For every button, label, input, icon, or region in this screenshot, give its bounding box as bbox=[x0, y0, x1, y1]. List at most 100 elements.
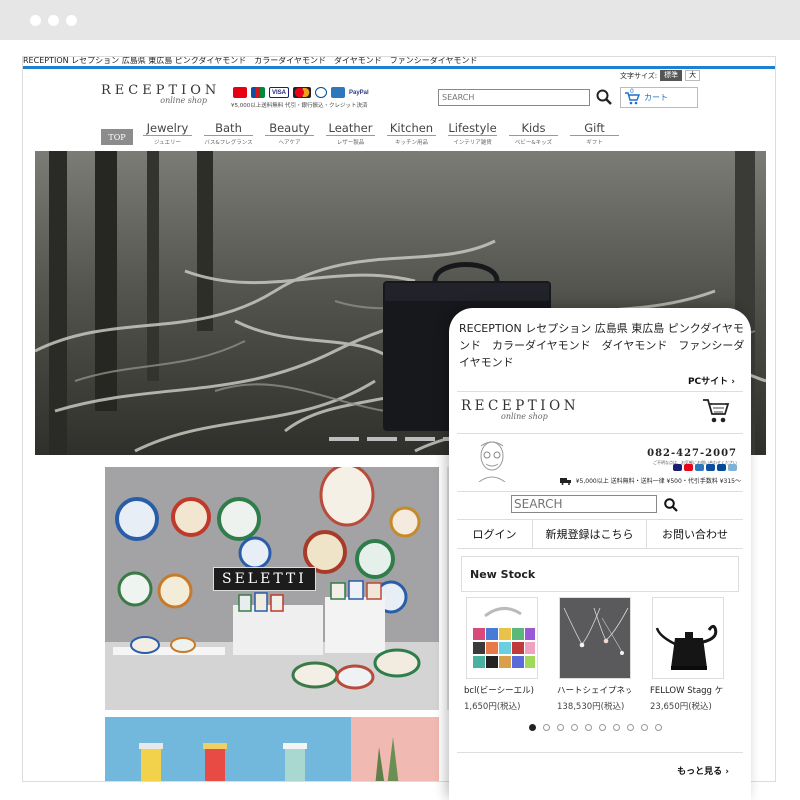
more-link[interactable]: もっと見る › bbox=[677, 764, 729, 777]
new-stock-heading: New Stock bbox=[461, 556, 739, 592]
diners-icon bbox=[315, 87, 327, 98]
window-dot-icon bbox=[30, 15, 41, 26]
mobile-preview: RECEPTION レセプション 広島県 東広島 ピンクダイヤモンド カラーダイ… bbox=[449, 308, 751, 800]
nav-sublabel: ヘアケア bbox=[278, 140, 301, 146]
nav-sublabel: バス&フレグランス bbox=[204, 140, 253, 146]
cart-count: 0 bbox=[630, 88, 634, 95]
nav-sublabel: ギフト bbox=[586, 140, 603, 146]
product-card[interactable]: ハートシェイプネックレス 138,530円(税込) bbox=[557, 597, 641, 712]
nav-label: Kitchen bbox=[387, 121, 436, 136]
nav-label: Beauty bbox=[265, 121, 314, 136]
nav-sublabel: ジュエリー bbox=[153, 140, 182, 146]
carousel-dot[interactable] bbox=[571, 724, 578, 731]
register-link[interactable]: 新規登録はこちら bbox=[533, 520, 647, 548]
new-stock-carousel: bcl(ビーシーエル) 1,650円(税込) ハートシェイプネックレス 138,… bbox=[464, 597, 734, 712]
carousel-dot[interactable] bbox=[655, 724, 662, 731]
nav-sublabel: レザー製品 bbox=[336, 140, 365, 146]
site-logo[interactable]: RECEPTION online shop bbox=[101, 83, 225, 105]
slider-dot[interactable] bbox=[329, 437, 359, 441]
cart-label: カート bbox=[644, 93, 668, 102]
announcement-text: RECEPTION レセプション 広島県 東広島 ピンクダイヤモンド カラーダイ… bbox=[23, 57, 478, 65]
product-price: 23,650円(税込) bbox=[650, 702, 712, 712]
carousel-dot[interactable] bbox=[599, 724, 606, 731]
product-name: FELLOW Stagg ケトル bbox=[650, 686, 724, 696]
product-name: ハートシェイプネックレス bbox=[557, 686, 631, 696]
phone-number[interactable]: 082-427-2007 bbox=[647, 448, 737, 459]
nav-label: Leather bbox=[326, 121, 375, 136]
product-price: 1,650円(税込) bbox=[464, 702, 521, 712]
carousel-dot[interactable] bbox=[585, 724, 592, 731]
paypal-icon: PayPal bbox=[349, 87, 371, 98]
accent-bar bbox=[23, 66, 775, 69]
nav-sublabel: キッチン用品 bbox=[394, 140, 428, 146]
nav-label: Bath bbox=[204, 121, 253, 136]
truck-icon bbox=[559, 477, 571, 485]
nav-item-kids[interactable]: Kids ベビー&キッズ bbox=[503, 121, 564, 146]
nav-item-gift[interactable]: Gift ギフト bbox=[564, 121, 625, 146]
divider bbox=[457, 491, 743, 492]
search-icon[interactable] bbox=[596, 89, 612, 105]
carousel-dot[interactable] bbox=[641, 724, 648, 731]
nav-item-jewelry[interactable]: Jewelry ジュエリー bbox=[137, 121, 198, 146]
carousel-dot[interactable] bbox=[627, 724, 634, 731]
payment-note: ¥5,000以上送料無料 代引・銀行振込・クレジット決済 bbox=[231, 103, 368, 109]
visa-icon: VISA bbox=[269, 87, 289, 98]
mobile-cart-icon[interactable] bbox=[701, 394, 731, 426]
payment-icons: VISA PayPal bbox=[233, 87, 371, 98]
carousel-dot[interactable] bbox=[543, 724, 550, 731]
font-size-label: 文字サイズ: bbox=[620, 71, 658, 80]
nav-item-lifestyle[interactable]: Lifestyle インテリア雑貨 bbox=[442, 121, 503, 146]
mobile-account-menu: ログイン 新規登録はこちら お問い合わせ bbox=[457, 520, 743, 548]
nav-sublabel: ベビー&キッズ bbox=[514, 140, 553, 146]
product-banner[interactable] bbox=[105, 717, 439, 781]
nav-label: Kids bbox=[509, 121, 558, 136]
nav-item-bath[interactable]: Bath バス&フレグランス bbox=[198, 121, 259, 146]
font-size-normal-button[interactable]: 標準 bbox=[660, 70, 683, 81]
mobile-site-logo[interactable]: RECEPTION online shop bbox=[461, 398, 579, 421]
search-icon[interactable] bbox=[664, 497, 678, 512]
divider bbox=[457, 391, 743, 392]
mastercard-icon bbox=[684, 464, 693, 471]
login-link[interactable]: ログイン bbox=[457, 520, 533, 548]
nav-item-leather[interactable]: Leather レザー製品 bbox=[320, 121, 381, 146]
slider-dot[interactable] bbox=[405, 437, 435, 441]
pc-site-label: PCサイト bbox=[687, 377, 729, 387]
font-size-large-button[interactable]: 大 bbox=[685, 70, 701, 81]
contact-link[interactable]: お問い合わせ bbox=[647, 520, 743, 548]
staff-illustration bbox=[475, 438, 509, 483]
nav-label: Gift bbox=[570, 121, 619, 136]
divider bbox=[457, 752, 743, 753]
carousel-dot[interactable] bbox=[529, 724, 536, 731]
nav-label: Lifestyle bbox=[448, 121, 497, 136]
amex-icon bbox=[695, 464, 704, 471]
pc-site-link[interactable]: PCサイト › bbox=[688, 374, 735, 387]
jcb-icon bbox=[706, 464, 715, 471]
seletti-banner[interactable]: SELETTI bbox=[105, 467, 439, 710]
product-banner-image bbox=[105, 717, 439, 781]
nav-item-kitchen[interactable]: Kitchen キッチン用品 bbox=[381, 121, 442, 146]
mobile-search-input[interactable] bbox=[511, 495, 657, 513]
carousel-dot[interactable] bbox=[613, 724, 620, 731]
seletti-logo: SELETTI bbox=[213, 567, 316, 591]
mastercard-icon bbox=[293, 87, 311, 98]
product-image bbox=[466, 597, 538, 679]
product-card[interactable]: FELLOW Stagg ケトル 23,650円(税込) bbox=[650, 597, 734, 712]
product-card[interactable]: bcl(ビーシーエル) 1,650円(税込) bbox=[464, 597, 548, 712]
category-nav: Jewelry ジュエリー Bath バス&フレグランス Beauty ヘアケア Le… bbox=[137, 121, 625, 146]
product-name: bcl(ビーシーエル) bbox=[464, 686, 534, 696]
chevron-right-icon: › bbox=[731, 377, 735, 387]
product-price: 138,530円(税込) bbox=[557, 702, 625, 712]
product-image bbox=[559, 597, 631, 679]
divider bbox=[457, 548, 743, 549]
payment-icon bbox=[728, 464, 737, 471]
slider-dot[interactable] bbox=[367, 437, 397, 441]
nav-item-beauty[interactable]: Beauty ヘアケア bbox=[259, 121, 320, 146]
carousel-dot[interactable] bbox=[557, 724, 564, 731]
cart-button[interactable]: 0 カート bbox=[620, 87, 698, 108]
nav-label: Jewelry bbox=[143, 121, 192, 136]
search-input[interactable] bbox=[438, 88, 590, 106]
divider bbox=[457, 433, 743, 434]
search-bar bbox=[438, 88, 616, 106]
mobile-announcement-text: RECEPTION レセプション 広島県 東広島 ピンクダイヤモンド カラーダイ… bbox=[459, 322, 745, 369]
top-button[interactable]: TOP bbox=[101, 129, 133, 145]
